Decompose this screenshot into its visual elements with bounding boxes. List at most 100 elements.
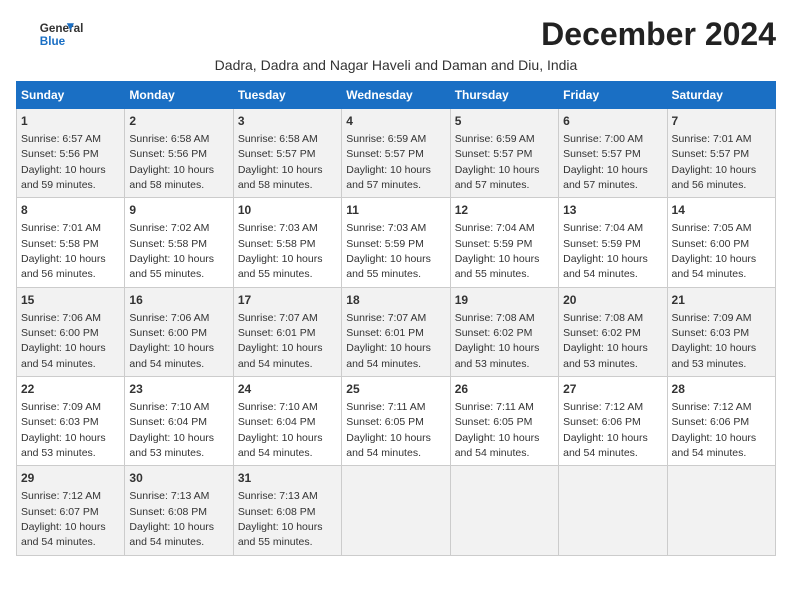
calendar-cell: 14 Sunrise: 7:05 AM Sunset: 6:00 PM Dayli… <box>667 198 775 287</box>
day-info: Sunrise: 7:06 AM Sunset: 6:00 PM Dayligh… <box>129 312 214 370</box>
day-info: Sunrise: 6:58 AM Sunset: 5:57 PM Dayligh… <box>238 133 323 191</box>
day-number: 8 <box>21 202 120 219</box>
day-info: Sunrise: 6:58 AM Sunset: 5:56 PM Dayligh… <box>129 133 214 191</box>
logo-icon: General Blue <box>16 16 96 52</box>
day-info: Sunrise: 7:10 AM Sunset: 6:04 PM Dayligh… <box>238 401 323 459</box>
day-info: Sunrise: 7:11 AM Sunset: 6:05 PM Dayligh… <box>455 401 540 459</box>
day-number: 20 <box>563 292 662 309</box>
day-info: Sunrise: 7:06 AM Sunset: 6:00 PM Dayligh… <box>21 312 106 370</box>
calendar-cell: 2 Sunrise: 6:58 AM Sunset: 5:56 PM Daylig… <box>125 109 233 198</box>
calendar-day-header: Thursday <box>450 82 558 109</box>
calendar-week-row: 1 Sunrise: 6:57 AM Sunset: 5:56 PM Daylig… <box>17 109 776 198</box>
calendar-cell: 22Sunrise: 7:09 AM Sunset: 6:03 PM Dayli… <box>17 377 125 466</box>
day-number: 14 <box>672 202 771 219</box>
day-number: 2 <box>129 113 228 130</box>
day-number: 25 <box>346 381 445 398</box>
svg-text:General: General <box>40 22 84 35</box>
day-number: 13 <box>563 202 662 219</box>
day-info: Sunrise: 7:12 AM Sunset: 6:06 PM Dayligh… <box>672 401 757 459</box>
calendar-cell: 26 Sunrise: 7:11 AM Sunset: 6:05 PM Dayli… <box>450 377 558 466</box>
day-info: Sunrise: 6:59 AM Sunset: 5:57 PM Dayligh… <box>346 133 431 191</box>
day-number: 7 <box>672 113 771 130</box>
calendar-day-header: Saturday <box>667 82 775 109</box>
calendar-week-row: 22Sunrise: 7:09 AM Sunset: 6:03 PM Dayli… <box>17 377 776 466</box>
calendar-cell: 28 Sunrise: 7:12 AM Sunset: 6:06 PM Dayli… <box>667 377 775 466</box>
day-info: Sunrise: 7:13 AM Sunset: 6:08 PM Dayligh… <box>129 490 214 548</box>
day-info: Sunrise: 7:04 AM Sunset: 5:59 PM Dayligh… <box>563 222 648 280</box>
calendar-header-row: SundayMondayTuesdayWednesdayThursdayFrid… <box>17 82 776 109</box>
day-number: 4 <box>346 113 445 130</box>
day-info: Sunrise: 7:08 AM Sunset: 6:02 PM Dayligh… <box>563 312 648 370</box>
calendar-week-row: 15 Sunrise: 7:06 AM Sunset: 6:00 PM Dayli… <box>17 287 776 376</box>
day-number: 21 <box>672 292 771 309</box>
calendar-cell: 27Sunrise: 7:12 AM Sunset: 6:06 PM Dayli… <box>559 377 667 466</box>
day-info: Sunrise: 7:11 AM Sunset: 6:05 PM Dayligh… <box>346 401 431 459</box>
day-number: 18 <box>346 292 445 309</box>
day-info: Sunrise: 7:05 AM Sunset: 6:00 PM Dayligh… <box>672 222 757 280</box>
day-number: 29 <box>21 470 120 487</box>
calendar-cell: 19 Sunrise: 7:08 AM Sunset: 6:02 PM Dayli… <box>450 287 558 376</box>
calendar-cell: 20 Sunrise: 7:08 AM Sunset: 6:02 PM Dayli… <box>559 287 667 376</box>
calendar-week-row: 8Sunrise: 7:01 AM Sunset: 5:58 PM Daylig… <box>17 198 776 287</box>
calendar-day-header: Monday <box>125 82 233 109</box>
day-number: 31 <box>238 470 337 487</box>
day-number: 23 <box>129 381 228 398</box>
calendar-cell <box>559 466 667 555</box>
calendar-cell: 16Sunrise: 7:06 AM Sunset: 6:00 PM Dayli… <box>125 287 233 376</box>
calendar-cell: 11 Sunrise: 7:03 AM Sunset: 5:59 PM Dayli… <box>342 198 450 287</box>
day-number: 5 <box>455 113 554 130</box>
calendar-cell: 18Sunrise: 7:07 AM Sunset: 6:01 PM Dayli… <box>342 287 450 376</box>
day-info: Sunrise: 7:12 AM Sunset: 6:06 PM Dayligh… <box>563 401 648 459</box>
day-info: Sunrise: 7:04 AM Sunset: 5:59 PM Dayligh… <box>455 222 540 280</box>
day-number: 26 <box>455 381 554 398</box>
calendar-cell: 13 Sunrise: 7:04 AM Sunset: 5:59 PM Dayli… <box>559 198 667 287</box>
day-info: Sunrise: 6:59 AM Sunset: 5:57 PM Dayligh… <box>455 133 540 191</box>
logo: General Blue <box>16 16 96 52</box>
calendar-cell: 4 Sunrise: 6:59 AM Sunset: 5:57 PM Daylig… <box>342 109 450 198</box>
day-number: 12 <box>455 202 554 219</box>
calendar-cell <box>450 466 558 555</box>
svg-text:Blue: Blue <box>40 35 66 48</box>
calendar-cell: 23 Sunrise: 7:10 AM Sunset: 6:04 PM Dayli… <box>125 377 233 466</box>
day-number: 30 <box>129 470 228 487</box>
day-number: 15 <box>21 292 120 309</box>
calendar-cell: 30 Sunrise: 7:13 AM Sunset: 6:08 PM Dayli… <box>125 466 233 555</box>
day-info: Sunrise: 7:12 AM Sunset: 6:07 PM Dayligh… <box>21 490 106 548</box>
calendar-day-header: Tuesday <box>233 82 341 109</box>
page-header: General Blue December 2024 <box>16 16 776 53</box>
calendar-table: SundayMondayTuesdayWednesdayThursdayFrid… <box>16 81 776 556</box>
calendar-cell: 31 Sunrise: 7:13 AM Sunset: 6:08 PM Dayli… <box>233 466 341 555</box>
day-info: Sunrise: 6:57 AM Sunset: 5:56 PM Dayligh… <box>21 133 106 191</box>
calendar-day-header: Wednesday <box>342 82 450 109</box>
day-number: 28 <box>672 381 771 398</box>
day-info: Sunrise: 7:09 AM Sunset: 6:03 PM Dayligh… <box>21 401 106 459</box>
calendar-cell: 24Sunrise: 7:10 AM Sunset: 6:04 PM Dayli… <box>233 377 341 466</box>
calendar-cell: 1 Sunrise: 6:57 AM Sunset: 5:56 PM Daylig… <box>17 109 125 198</box>
day-info: Sunrise: 7:09 AM Sunset: 6:03 PM Dayligh… <box>672 312 757 370</box>
day-number: 3 <box>238 113 337 130</box>
day-info: Sunrise: 7:13 AM Sunset: 6:08 PM Dayligh… <box>238 490 323 548</box>
calendar-cell: 21 Sunrise: 7:09 AM Sunset: 6:03 PM Dayli… <box>667 287 775 376</box>
day-info: Sunrise: 7:08 AM Sunset: 6:02 PM Dayligh… <box>455 312 540 370</box>
calendar-week-row: 29 Sunrise: 7:12 AM Sunset: 6:07 PM Dayli… <box>17 466 776 555</box>
page-subtitle: Dadra, Dadra and Nagar Haveli and Daman … <box>16 57 776 73</box>
day-number: 11 <box>346 202 445 219</box>
day-number: 19 <box>455 292 554 309</box>
calendar-cell: 25 Sunrise: 7:11 AM Sunset: 6:05 PM Dayli… <box>342 377 450 466</box>
day-info: Sunrise: 7:03 AM Sunset: 5:59 PM Dayligh… <box>346 222 431 280</box>
calendar-cell: 29 Sunrise: 7:12 AM Sunset: 6:07 PM Dayli… <box>17 466 125 555</box>
day-info: Sunrise: 7:00 AM Sunset: 5:57 PM Dayligh… <box>563 133 648 191</box>
calendar-cell: 5 Sunrise: 6:59 AM Sunset: 5:57 PM Daylig… <box>450 109 558 198</box>
calendar-cell: 9 Sunrise: 7:02 AM Sunset: 5:58 PM Daylig… <box>125 198 233 287</box>
calendar-cell: 8Sunrise: 7:01 AM Sunset: 5:58 PM Daylig… <box>17 198 125 287</box>
day-info: Sunrise: 7:10 AM Sunset: 6:04 PM Dayligh… <box>129 401 214 459</box>
calendar-cell: 10Sunrise: 7:03 AM Sunset: 5:58 PM Dayli… <box>233 198 341 287</box>
day-info: Sunrise: 7:02 AM Sunset: 5:58 PM Dayligh… <box>129 222 214 280</box>
day-number: 1 <box>21 113 120 130</box>
page-title: December 2024 <box>541 16 776 53</box>
calendar-cell: 7Sunrise: 7:01 AM Sunset: 5:57 PM Daylig… <box>667 109 775 198</box>
calendar-day-header: Sunday <box>17 82 125 109</box>
day-number: 9 <box>129 202 228 219</box>
calendar-cell <box>342 466 450 555</box>
calendar-cell: 3 Sunrise: 6:58 AM Sunset: 5:57 PM Daylig… <box>233 109 341 198</box>
